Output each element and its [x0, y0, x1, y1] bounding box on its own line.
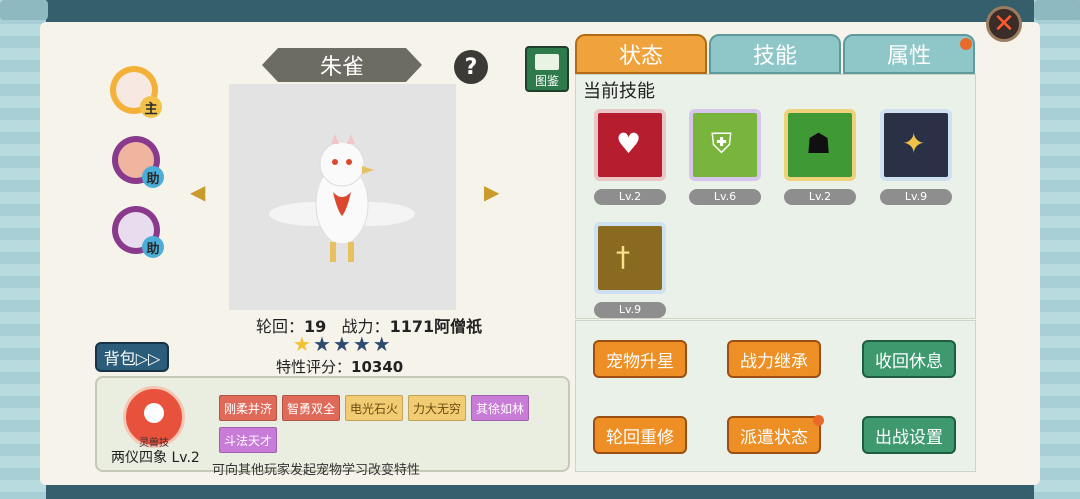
book-icon — [535, 54, 559, 70]
tab-attributes[interactable]: 属性 — [843, 34, 975, 74]
trait-tag[interactable]: 智勇双全 — [282, 395, 341, 421]
trait-emblem-icon[interactable]: 灵兽技 — [123, 386, 185, 449]
close-icon: ✕ — [993, 9, 1015, 39]
scroll-cap — [0, 0, 48, 20]
skill-slot[interactable]: † — [594, 222, 666, 294]
pet-model-image — [269, 134, 415, 262]
skill-level: Lv.2 — [594, 189, 666, 205]
star-icon-filled: ★ — [293, 332, 311, 356]
codex-button[interactable]: 图鉴 — [525, 46, 569, 92]
notification-dot — [960, 38, 972, 50]
leaf-shield-skill-icon: ⛨ — [711, 127, 733, 160]
power-inherit-button[interactable]: 战力继承 — [727, 340, 821, 378]
pet-role-badge: 主 — [140, 96, 162, 118]
pet-avatar-helper[interactable]: 助 — [112, 206, 164, 258]
codex-label: 图鉴 — [534, 74, 559, 88]
right-scroll-ornament — [1034, 0, 1080, 499]
skill-slot[interactable]: ♥ — [594, 109, 666, 181]
star-icon-empty: ★ — [312, 332, 331, 356]
skills-title: 当前技能 — [583, 81, 655, 102]
next-pet-arrow[interactable]: ▶ — [484, 180, 499, 204]
star-icon-empty: ★ — [372, 332, 391, 356]
trait-tag[interactable]: 刚柔并济 — [219, 395, 278, 421]
paw-icon — [144, 403, 164, 423]
recall-rest-button[interactable]: 收回休息 — [862, 340, 956, 378]
pet-model-view[interactable] — [229, 84, 456, 310]
close-button[interactable]: ✕ — [986, 6, 1022, 42]
bag-button[interactable]: 背包▷▷ — [95, 342, 169, 372]
help-button[interactable]: ? — [454, 50, 488, 84]
pet-avatar-helper[interactable]: 助 — [112, 136, 164, 188]
skill-slot[interactable]: ⛨ — [689, 109, 761, 181]
pet-name-banner: 朱雀 — [262, 48, 422, 82]
score-label: 特性评分： — [276, 358, 352, 376]
score-value: 10340 — [351, 358, 404, 376]
skill-level: Lv.6 — [689, 189, 761, 205]
star-rating: ★ ★ ★ ★ ★ — [293, 334, 391, 354]
dispatch-status-button[interactable]: 派遣状态 — [727, 416, 821, 454]
golden-hand-skill-icon: ✦ — [902, 127, 926, 160]
trait-hint: 可向其他玩家发起宠物学习改变特性 — [212, 463, 421, 478]
battle-settings-button[interactable]: 出战设置 — [862, 416, 956, 454]
trait-name: 两仪四象 Lv.2 — [111, 450, 200, 466]
pet-role-badge: 助 — [142, 236, 164, 258]
skill-slot[interactable]: ☗ — [784, 109, 856, 181]
skill-slot[interactable]: ✦ — [880, 109, 952, 181]
prev-pet-arrow[interactable]: ◀ — [190, 180, 205, 204]
star-icon-empty: ★ — [332, 332, 351, 356]
question-icon: ? — [464, 54, 478, 80]
trait-tag[interactable]: 其徐如林 — [471, 395, 530, 421]
heart-skill-icon: ♥ — [616, 127, 642, 160]
star-icon-empty: ★ — [352, 332, 371, 356]
power-value: 1171阿僧祇 — [389, 317, 483, 336]
tab-skills[interactable]: 技能 — [709, 34, 841, 74]
pet-avatar-main[interactable]: 主 — [110, 66, 162, 118]
skill-level: Lv.9 — [880, 189, 952, 205]
sword-light-skill-icon: † — [616, 240, 630, 273]
shadow-warrior-skill-icon: ☗ — [806, 127, 832, 160]
pet-role-badge: 助 — [142, 166, 164, 188]
trait-tag[interactable]: 力大无穷 — [408, 395, 467, 421]
skill-level: Lv.9 — [594, 302, 666, 318]
trait-tag[interactable]: 斗法天才 — [219, 427, 278, 453]
notification-dot — [813, 415, 824, 426]
top-bar — [0, 0, 1080, 22]
trait-tag[interactable]: 电光石火 — [345, 395, 404, 421]
bottom-bar — [0, 485, 1080, 499]
rebirth-button[interactable]: 轮回重修 — [593, 416, 687, 454]
upgrade-star-button[interactable]: 宠物升星 — [593, 340, 687, 378]
skill-level: Lv.2 — [784, 189, 856, 205]
tab-status[interactable]: 状态 — [575, 34, 707, 74]
trait-score: 特性评分：10340 — [276, 356, 403, 377]
scroll-cap — [1034, 0, 1080, 20]
